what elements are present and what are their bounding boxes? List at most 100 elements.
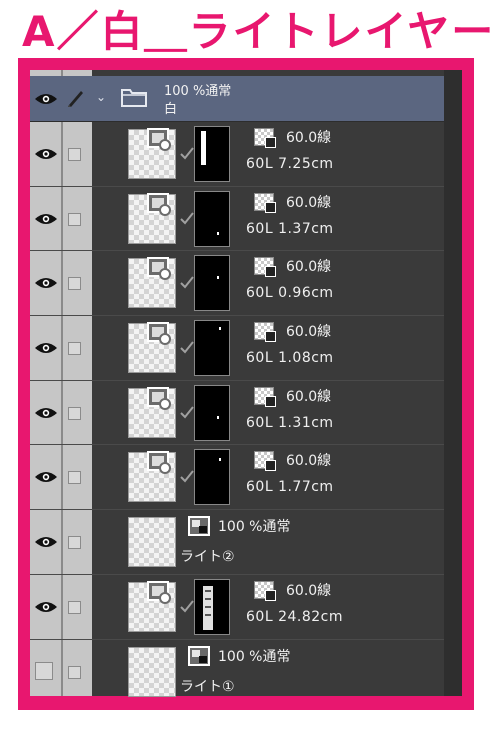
raster-layer-icon <box>188 645 210 666</box>
layer-info: 60L 1.08cm <box>246 350 334 367</box>
antialias-icon <box>254 257 276 278</box>
mask-mark <box>217 415 219 419</box>
layer-thumbnail <box>128 257 176 309</box>
lock-checkbox[interactable] <box>68 148 81 161</box>
lock-checkbox[interactable] <box>68 406 81 420</box>
layer-opacity: 60.0線 <box>286 324 332 341</box>
mask-mark <box>203 585 213 630</box>
mask-mark <box>217 276 219 280</box>
layer-thumbnail <box>128 128 176 179</box>
folder-opacity-blend: 100 %通常 <box>164 84 232 99</box>
mask-mark <box>219 327 221 331</box>
check-icon <box>180 341 194 354</box>
layer-thumbnail <box>128 517 176 568</box>
lock-checkbox[interactable] <box>68 665 81 679</box>
layer-mask-thumbnail <box>194 126 230 182</box>
folder-content: ⌄ 100 %通常 白 <box>92 76 444 121</box>
lock-checkbox[interactable] <box>68 212 81 226</box>
layer-mask-thumbnail <box>194 255 230 312</box>
layer-mask-thumbnail <box>194 578 230 635</box>
lock-checkbox[interactable] <box>68 277 81 291</box>
antialias-icon <box>254 192 276 213</box>
layer-mask-thumbnail <box>194 320 230 377</box>
layer-row[interactable]: 60.0線 60L 0.96cm <box>30 251 444 317</box>
layer-info: 60L 1.37cm <box>246 220 334 237</box>
layer-thumbnail <box>128 386 176 438</box>
check-icon <box>180 470 194 483</box>
eye-icon[interactable] <box>34 470 58 484</box>
check-icon <box>180 406 194 419</box>
vector-layer-badge <box>159 397 171 410</box>
layer-name: ライト① <box>180 678 235 695</box>
lock-checkbox[interactable] <box>68 600 81 614</box>
layer-info: 60L 1.31cm <box>246 414 334 431</box>
eye-icon[interactable] <box>34 600 58 614</box>
chevron-down-icon[interactable]: ⌄ <box>96 90 106 104</box>
mask-mark <box>205 613 211 616</box>
layer-mask-thumbnail <box>194 384 230 441</box>
mask-mark <box>201 131 206 165</box>
antialias-icon <box>254 128 276 148</box>
layer-info: 60L 1.77cm <box>246 479 334 496</box>
layer-thumbnail <box>128 580 176 632</box>
layer-thumbnail <box>128 646 176 697</box>
layer-opacity: 60.0線 <box>286 259 332 276</box>
layer-opacity: 60.0線 <box>286 453 332 470</box>
folder-name: 白 <box>164 102 178 117</box>
check-icon <box>180 147 194 160</box>
layer-row[interactable]: 60.0線 60L 7.25cm <box>30 122 444 187</box>
page-title: A／白＿ライトレイヤー <box>22 7 496 56</box>
antialias-icon <box>254 451 276 472</box>
folder-icon <box>120 86 148 108</box>
layer-row[interactable]: 60.0線 60L 1.08cm <box>30 316 444 381</box>
antialias-icon <box>254 580 276 601</box>
vector-layer-badge <box>159 139 171 151</box>
eye-icon[interactable] <box>34 147 58 161</box>
layer-blend: 100 %通常 <box>218 648 291 665</box>
check-icon <box>180 276 194 289</box>
layer-thumbnail <box>128 322 176 374</box>
layer-folder-row[interactable]: ⌄ 100 %通常 白 <box>30 76 444 122</box>
antialias-icon <box>254 322 276 343</box>
layer-thumbnail <box>128 192 176 244</box>
antialias-icon <box>254 386 276 407</box>
scrollbar[interactable] <box>444 70 462 696</box>
eye-icon[interactable] <box>34 406 58 420</box>
layer-row[interactable]: 60.0線 60L 1.31cm <box>30 381 444 446</box>
layer-opacity: 60.0線 <box>286 388 332 405</box>
vector-layer-badge <box>159 591 171 604</box>
layer-thumbnail <box>128 451 176 503</box>
mask-mark <box>205 605 211 608</box>
layer-row[interactable]: 60.0線 60L 1.77cm <box>30 445 444 511</box>
lock-checkbox[interactable] <box>68 342 81 356</box>
eye-icon[interactable] <box>34 276 58 290</box>
layer-row[interactable]: 100 %通常 ライト② <box>30 510 444 575</box>
mask-mark <box>219 458 221 462</box>
lock-checkbox[interactable] <box>68 471 81 485</box>
eye-icon[interactable] <box>34 341 58 355</box>
layer-mask-thumbnail <box>194 190 230 247</box>
layer-info: 60L 0.96cm <box>246 285 334 302</box>
layer-row[interactable]: 60.0線 60L 24.82cm <box>30 575 444 640</box>
layer-list: ⌄ 100 %通常 白 60.0線 60L 7.25cm 60.0線 60L 1… <box>30 76 444 704</box>
layer-row[interactable]: 100 %通常 ライト① <box>30 640 444 705</box>
eye-icon[interactable] <box>34 92 58 106</box>
layer-info: 60L 7.25cm <box>246 156 334 172</box>
layer-opacity: 60.0線 <box>286 582 332 599</box>
layer-blend: 100 %通常 <box>218 519 291 536</box>
eye-icon[interactable] <box>34 212 58 226</box>
layer-mask-thumbnail <box>194 449 230 506</box>
raster-layer-icon <box>188 516 210 537</box>
mask-mark <box>205 597 211 600</box>
pen-icon[interactable] <box>66 88 86 108</box>
visibility-checkbox[interactable] <box>35 661 53 680</box>
eye-icon[interactable] <box>34 535 58 549</box>
check-icon <box>180 600 194 613</box>
layer-opacity: 60.0線 <box>286 130 332 146</box>
layer-row[interactable]: 60.0線 60L 1.37cm <box>30 187 444 252</box>
layer-info: 60L 24.82cm <box>246 608 343 625</box>
lock-checkbox[interactable] <box>68 536 81 550</box>
vector-layer-badge <box>159 268 171 281</box>
vector-layer-badge <box>159 333 171 346</box>
vector-layer-badge <box>159 203 171 216</box>
